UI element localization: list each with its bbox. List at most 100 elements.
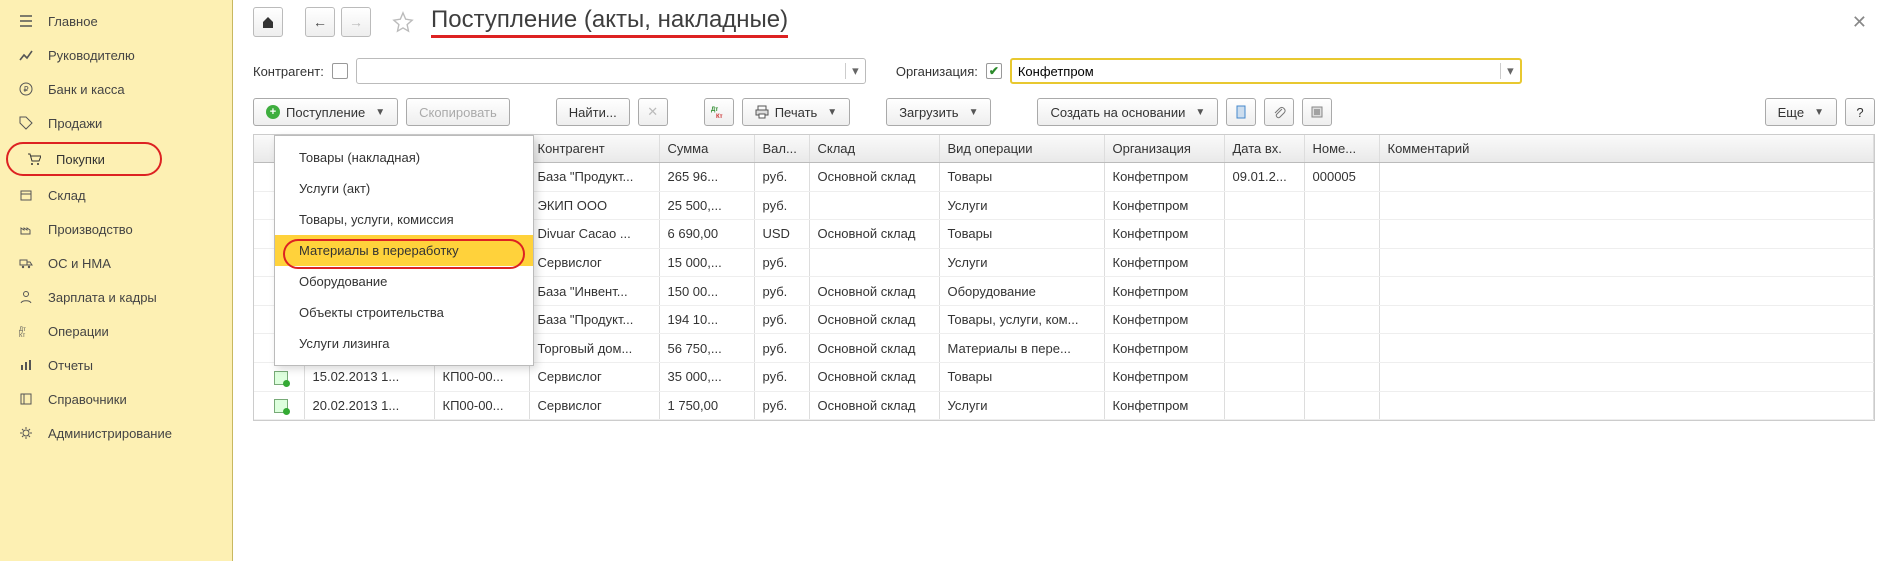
- cell: [1224, 391, 1304, 420]
- document-icon: [274, 371, 288, 385]
- sidebar-item-label: Справочники: [48, 392, 127, 407]
- find-button[interactable]: Найти...: [556, 98, 630, 126]
- favorite-button[interactable]: [391, 10, 415, 34]
- page-title: Поступление (акты, накладные): [431, 6, 788, 38]
- copy-button[interactable]: Скопировать: [406, 98, 510, 126]
- cell: Конфетпром: [1104, 362, 1224, 391]
- cell: [1379, 220, 1874, 249]
- dropdown-item[interactable]: Материалы в переработку: [275, 235, 533, 266]
- doc1-button[interactable]: [1226, 98, 1256, 126]
- svg-text:Кт: Кт: [19, 333, 25, 338]
- sidebar-item-warehouse[interactable]: Склад: [0, 178, 232, 212]
- contractor-label: Контрагент:: [253, 64, 324, 79]
- column-header[interactable]: Дата вх.: [1224, 135, 1304, 163]
- print-button[interactable]: Печать ▼: [742, 98, 851, 126]
- dropdown-item[interactable]: Оборудование: [275, 266, 533, 297]
- sidebar-item-label: Администрирование: [48, 426, 172, 441]
- cell: [1379, 191, 1874, 220]
- column-header[interactable]: Вал...: [754, 135, 809, 163]
- chevron-down-icon: ▼: [1814, 107, 1824, 118]
- svg-text:Дт: Дт: [711, 107, 718, 113]
- sidebar-item-salary[interactable]: Зарплата и кадры: [0, 280, 232, 314]
- attach-button[interactable]: [1264, 98, 1294, 126]
- paperclip-icon: [1272, 105, 1286, 119]
- cell: Основной склад: [809, 305, 939, 334]
- column-header[interactable]: Склад: [809, 135, 939, 163]
- sidebar-item-reports[interactable]: Отчеты: [0, 348, 232, 382]
- list-icon: [1310, 105, 1324, 119]
- chevron-down-icon[interactable]: ▾: [845, 63, 865, 79]
- home-button[interactable]: [253, 7, 283, 37]
- cell: [1224, 334, 1304, 363]
- cell: Товары: [939, 220, 1104, 249]
- cell: [1379, 305, 1874, 334]
- create-on-button[interactable]: Создать на основании ▼: [1037, 98, 1218, 126]
- dropdown-item[interactable]: Услуги (акт): [275, 173, 533, 204]
- chevron-down-icon[interactable]: ▾: [1500, 63, 1520, 79]
- close-icon: ✕: [1852, 12, 1867, 32]
- load-button[interactable]: Загрузить ▼: [886, 98, 991, 126]
- dtkt-button[interactable]: ДтКт: [704, 98, 734, 126]
- create-on-label: Создать на основании: [1050, 105, 1185, 120]
- cell: руб.: [754, 248, 809, 277]
- operations-icon: ДтКт: [18, 323, 34, 339]
- cell: [809, 248, 939, 277]
- menu-icon: [18, 13, 34, 29]
- org-input[interactable]: [1012, 64, 1500, 79]
- list-button[interactable]: [1302, 98, 1332, 126]
- more-button[interactable]: Еще ▼: [1765, 98, 1837, 126]
- sidebar-item-manager[interactable]: Руководителю: [0, 38, 232, 72]
- column-header[interactable]: Вид операции: [939, 135, 1104, 163]
- cell: [1224, 248, 1304, 277]
- sidebar-item-label: Операции: [48, 324, 109, 339]
- cell: ЭКИП ООО: [529, 191, 659, 220]
- table-row[interactable]: 20.02.2013 1...КП00-00...Сервислог1 750,…: [254, 391, 1874, 420]
- column-header[interactable]: Организация: [1104, 135, 1224, 163]
- contractor-input[interactable]: [357, 64, 845, 79]
- sidebar-item-admin[interactable]: Администрирование: [0, 416, 232, 450]
- svg-text:Кт: Кт: [716, 114, 723, 119]
- sidebar-item-production[interactable]: Производство: [0, 212, 232, 246]
- cell: Конфетпром: [1104, 277, 1224, 306]
- sidebar-item-sales[interactable]: Продажи: [0, 106, 232, 140]
- dropdown-item[interactable]: Товары (накладная): [275, 142, 533, 173]
- contractor-checkbox[interactable]: [332, 63, 348, 79]
- cell: руб.: [754, 391, 809, 420]
- dropdown-item[interactable]: Товары, услуги, комиссия: [275, 204, 533, 235]
- column-header[interactable]: Номе...: [1304, 135, 1379, 163]
- gear-icon: [18, 425, 34, 441]
- find-clear-button[interactable]: ✕: [638, 98, 668, 126]
- cell: База "Инвент...: [529, 277, 659, 306]
- column-header[interactable]: Контрагент: [529, 135, 659, 163]
- column-header[interactable]: Сумма: [659, 135, 754, 163]
- sidebar-item-bank[interactable]: ₽ Банк и касса: [0, 72, 232, 106]
- sidebar-item-assets[interactable]: ОС и НМА: [0, 246, 232, 280]
- dropdown-item[interactable]: Услуги лизинга: [275, 328, 533, 359]
- table-row[interactable]: 15.02.2013 1...КП00-00...Сервислог35 000…: [254, 362, 1874, 391]
- org-checkbox[interactable]: [986, 63, 1002, 79]
- arrow-left-icon: ←: [313, 14, 327, 30]
- forward-button[interactable]: →: [341, 7, 371, 37]
- close-button[interactable]: ✕: [1844, 8, 1875, 37]
- org-combo[interactable]: ▾: [1010, 58, 1522, 84]
- box-icon: [18, 187, 34, 203]
- sidebar-item-main[interactable]: Главное: [0, 4, 232, 38]
- cell: 000005: [1304, 163, 1379, 192]
- sidebar-item-operations[interactable]: ДтКт Операции: [0, 314, 232, 348]
- cell: [1379, 391, 1874, 420]
- cell: Услуги: [939, 248, 1104, 277]
- sidebar-item-dictionaries[interactable]: Справочники: [0, 382, 232, 416]
- receipt-button[interactable]: + Поступление ▼: [253, 98, 398, 126]
- back-button[interactable]: ←: [305, 7, 335, 37]
- dropdown-item[interactable]: Объекты строительства: [275, 297, 533, 328]
- cell: Сервислог: [529, 248, 659, 277]
- contractor-combo[interactable]: ▾: [356, 58, 866, 84]
- sidebar-item-purchases[interactable]: Покупки: [6, 142, 162, 176]
- help-button[interactable]: ?: [1845, 98, 1875, 126]
- star-icon: [392, 11, 414, 33]
- book-icon: [18, 391, 34, 407]
- cell: [1379, 277, 1874, 306]
- help-icon: ?: [1856, 105, 1863, 120]
- column-header[interactable]: Комментарий: [1379, 135, 1874, 163]
- cell: 20.02.2013 1...: [304, 391, 434, 420]
